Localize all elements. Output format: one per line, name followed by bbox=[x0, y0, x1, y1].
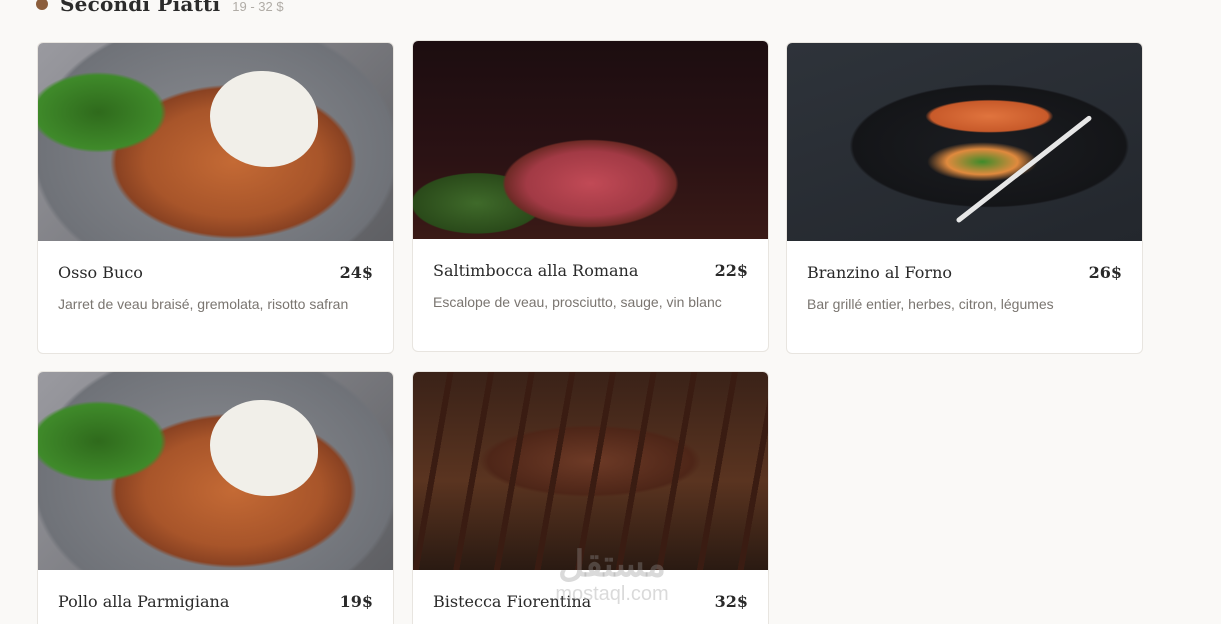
dish-name: Pollo alla Parmigiana bbox=[58, 592, 230, 611]
menu-card-bistecca[interactable]: Bistecca Fiorentina 32$ bbox=[412, 371, 769, 624]
dish-name: Osso Buco bbox=[58, 263, 143, 282]
section-title: Secondi Piatti bbox=[60, 0, 221, 16]
dish-description: Escalope de veau, prosciutto, sauge, vin… bbox=[433, 294, 722, 310]
fork-detail bbox=[955, 114, 1093, 224]
dish-name: Branzino al Forno bbox=[807, 263, 953, 282]
dish-description: Jarret de veau braisé, gremolata, risott… bbox=[58, 296, 349, 312]
section-bullet-icon bbox=[36, 0, 48, 10]
menu-card-saltimbocca[interactable]: Saltimbocca alla Romana 22$ Escalope de … bbox=[412, 40, 769, 352]
dish-price: 19$ bbox=[339, 592, 373, 611]
dish-price: 26$ bbox=[1088, 263, 1122, 282]
dish-image bbox=[787, 43, 1142, 241]
dish-image bbox=[413, 372, 768, 570]
dish-price: 22$ bbox=[714, 261, 748, 280]
menu-card-osso-buco[interactable]: Osso Buco 24$ Jarret de veau braisé, gre… bbox=[37, 42, 394, 354]
dish-description: Bar grillé entier, herbes, citron, légum… bbox=[807, 296, 1054, 312]
dish-image bbox=[38, 43, 393, 241]
sauce-detail bbox=[210, 400, 318, 496]
section-price-range: 19 - 32 $ bbox=[232, 0, 284, 14]
dish-name: Bistecca Fiorentina bbox=[433, 592, 592, 611]
section-header: Secondi Piatti 19 - 32 $ bbox=[36, 0, 284, 16]
menu-card-pollo-parmigiana[interactable]: Pollo alla Parmigiana 19$ bbox=[37, 371, 394, 624]
sauce-detail bbox=[210, 71, 318, 167]
menu-card-branzino[interactable]: Branzino al Forno 26$ Bar grillé entier,… bbox=[786, 42, 1143, 354]
dish-name: Saltimbocca alla Romana bbox=[433, 261, 639, 280]
dish-image bbox=[38, 372, 393, 570]
dish-price: 32$ bbox=[714, 592, 748, 611]
dish-price: 24$ bbox=[339, 263, 373, 282]
dish-image bbox=[413, 41, 768, 239]
